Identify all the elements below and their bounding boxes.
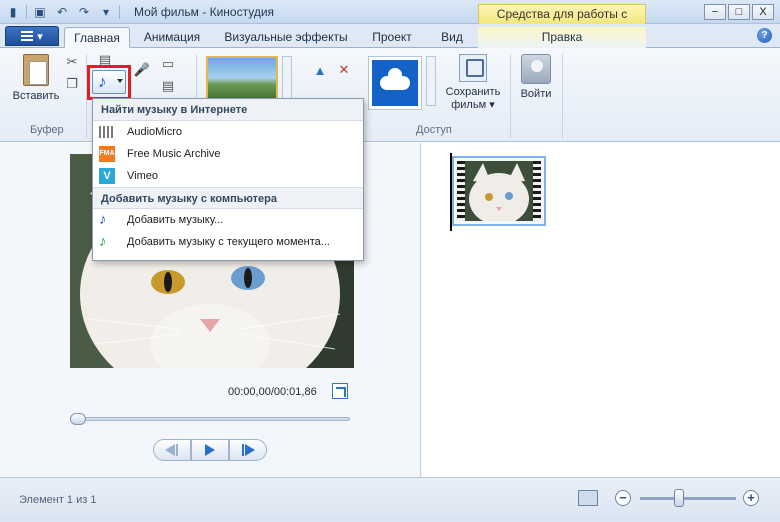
storyboard[interactable] [422, 143, 780, 477]
save-icon[interactable]: ▣ [31, 3, 49, 21]
add-music-menu: Найти музыку в Интернете AudioMicro FMA … [92, 98, 364, 261]
close-button[interactable]: X [752, 4, 774, 20]
previous-frame-button[interactable] [153, 439, 191, 461]
fullscreen-icon[interactable] [332, 383, 348, 399]
local-music-header: Добавить музыку с компьютера [93, 187, 363, 209]
film-perforation [457, 161, 465, 221]
minimize-button[interactable]: − [704, 4, 726, 20]
tab-home[interactable]: Главная [64, 27, 130, 48]
clipboard-icon [23, 54, 49, 86]
video-tools-context-title: Средства для работы с видео [478, 4, 646, 40]
window-controls: − □ X [704, 4, 774, 20]
add-caption-icon[interactable]: ▤ [160, 78, 176, 94]
menu-item-label: AudioMicro [127, 126, 183, 138]
status-bar: Элемент 1 из 1 − + [0, 477, 780, 522]
tab-view[interactable]: Вид [430, 27, 474, 48]
cut-icon[interactable]: ✂ [64, 54, 80, 70]
title-bar: ▮ ▣ ↶ ↷ ▾ Мой фильм - Киностудия Средств… [0, 0, 780, 40]
menu-item-audiomicro[interactable]: AudioMicro [93, 121, 363, 143]
user-icon [521, 54, 551, 84]
menu-bars-icon [21, 31, 34, 41]
previous-frame-icon [165, 444, 175, 456]
next-frame-button[interactable] [229, 439, 267, 461]
highlight-annotation [87, 65, 131, 100]
file-menu-button[interactable]: ▾ [5, 26, 59, 46]
qat-separator [26, 5, 27, 19]
play-button[interactable] [191, 439, 229, 461]
seek-thumb[interactable] [70, 413, 86, 425]
fma-icon: FMA [99, 146, 115, 162]
tab-visual-effects[interactable]: Визуальные эффекты [218, 27, 354, 48]
paste-label: Вставить [12, 90, 60, 102]
online-music-header: Найти музыку в Интернете [93, 99, 363, 121]
playback-controls [153, 439, 267, 461]
share-gallery-scrollbar[interactable] [426, 56, 436, 106]
tab-project[interactable]: Проект [362, 27, 422, 48]
bar-icon [176, 444, 178, 456]
menu-item-label: Free Music Archive [127, 148, 221, 160]
menu-item-label: Vimeo [127, 170, 158, 182]
app-icon[interactable]: ▮ [4, 3, 22, 21]
tab-animation[interactable]: Анимация [134, 27, 210, 48]
menu-item-add-music-at-current-point[interactable]: ♪ Добавить музыку с текущего момента... [93, 231, 363, 253]
zoom-slider-track[interactable] [640, 497, 736, 500]
tab-edit[interactable]: Правка [478, 27, 646, 48]
narration-microphone-icon[interactable]: 🎤 [134, 62, 150, 78]
next-frame-icon [245, 444, 255, 456]
music-note-icon: ♪ [99, 211, 107, 228]
zoom-in-button[interactable]: + [743, 490, 759, 506]
menu-item-label: Добавить музыку с текущего момента... [127, 236, 330, 248]
qat-separator [119, 5, 120, 19]
group-separator [510, 54, 511, 138]
seek-bar[interactable] [72, 417, 350, 421]
clipboard-group-label: Буфер [30, 124, 64, 136]
music-note-add-icon: ♪ [99, 233, 107, 250]
automovie-theme-thumbnail[interactable] [206, 56, 278, 104]
onedrive-share-button[interactable] [368, 56, 422, 110]
help-icon[interactable]: ? [757, 28, 772, 43]
remove-icon[interactable]: ✕ [336, 62, 352, 78]
item-count: Элемент 1 из 1 [19, 494, 97, 506]
undo-icon[interactable]: ↶ [53, 3, 71, 21]
rotate-icon[interactable]: ▲ [312, 62, 328, 78]
group-separator [562, 54, 563, 138]
audiomicro-icon [99, 126, 115, 138]
redo-icon[interactable]: ↷ [75, 3, 93, 21]
playback-time: 00:00,00/00:01,86 [228, 386, 317, 398]
zoom-slider-thumb[interactable] [674, 489, 684, 507]
save-movie-button[interactable]: Сохранить фильм ▾ [440, 54, 506, 111]
quick-access-toolbar: ▮ ▣ ↶ ↷ ▾ [4, 3, 120, 21]
copy-icon[interactable]: ❐ [64, 76, 80, 92]
customize-qat-icon[interactable]: ▾ [97, 3, 115, 21]
chevron-down-icon: ▾ [489, 99, 495, 111]
chevron-down-icon: ▾ [37, 30, 43, 43]
zoom-out-button[interactable]: − [615, 490, 631, 506]
add-title-icon[interactable]: ▭ [160, 56, 176, 72]
share-group-label: Доступ [416, 124, 452, 136]
aspect-ratio-icon[interactable] [578, 490, 598, 506]
sign-in-button[interactable]: Войти [514, 54, 558, 100]
sign-in-label: Войти [520, 88, 552, 100]
save-movie-icon [459, 54, 487, 82]
menu-item-add-music[interactable]: ♪ Добавить музыку... [93, 209, 363, 231]
clip-cat-image [465, 161, 533, 221]
menu-item-vimeo[interactable]: V Vimeo [93, 165, 363, 187]
paste-button[interactable]: Вставить [10, 54, 62, 102]
bar-icon [242, 444, 244, 456]
window-title: Мой фильм - Киностудия [134, 5, 275, 19]
vimeo-icon: V [99, 168, 115, 184]
play-icon [205, 444, 215, 456]
video-clip[interactable] [452, 156, 546, 226]
maximize-button[interactable]: □ [728, 4, 750, 20]
clip-thumbnail [457, 161, 541, 221]
film-perforation [533, 161, 541, 221]
menu-item-free-music-archive[interactable]: FMA Free Music Archive [93, 143, 363, 165]
menu-item-label: Добавить музыку... [127, 214, 224, 226]
ribbon-tabs: ▾ Главная Анимация Визуальные эффекты Пр… [0, 24, 780, 48]
cloud-icon [372, 60, 418, 106]
